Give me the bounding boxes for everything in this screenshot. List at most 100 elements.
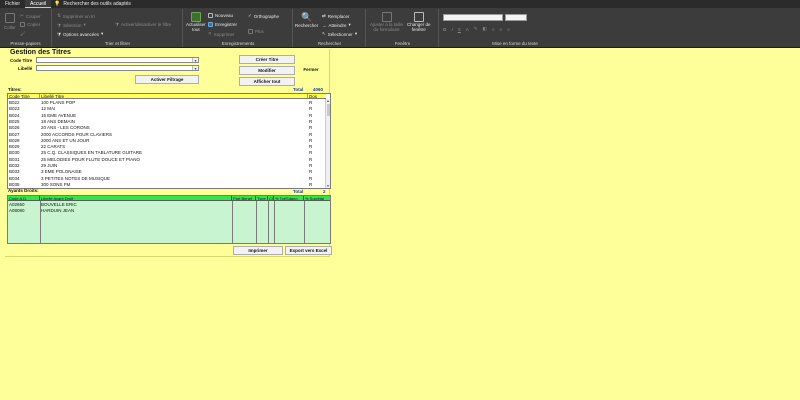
spelling-button[interactable]: ✓ Orthographe (248, 13, 279, 19)
creer-titre-button[interactable]: Créer Titre (239, 55, 295, 64)
titre-libelle-cell: 3 EME POLONAISE (41, 169, 82, 175)
titre-row[interactable]: B030 25 C.Q. CLASSIQUES EN TABLATURE GUIT… (8, 150, 326, 156)
goto-button[interactable]: → Atteindre ▾ (322, 22, 351, 28)
select-button[interactable]: ↖ Sélectionner ▾ (322, 31, 357, 37)
titre-row[interactable]: B026 20 ANS - LES CORONS R (8, 125, 326, 131)
align-center-icon[interactable]: ≡ (500, 27, 503, 32)
advanced-options-button[interactable]: ⧩ Options avancées ▾ (57, 31, 103, 37)
titre-row[interactable]: B032 29 JUIN R (8, 163, 326, 169)
grid-divider (274, 201, 275, 243)
col-libelle-titre[interactable]: Libellé Titre (40, 94, 308, 99)
titres-list[interactable]: Code Titre Libellé Titre Dos B022 100 PLA… (7, 93, 331, 189)
refresh-icon (190, 12, 201, 22)
selection-button[interactable]: ⧩ Sélection ▾ (57, 22, 86, 28)
ayant-libelle-cell: BOUVELLE ERIC (41, 202, 77, 207)
chevron-down-icon[interactable]: ▾ (192, 66, 198, 71)
cut-button[interactable]: ✂ Couper (20, 13, 41, 19)
fit-form-button[interactable]: Ajuster à la taille du formulaire (370, 12, 403, 32)
form-title: Gestion des Titres (10, 49, 71, 56)
titre-code-cell: B027 (9, 131, 20, 137)
titre-row[interactable]: B024 15 EME AVENUE R (8, 113, 326, 119)
titres-scrollbar[interactable]: ▲ ▼ (325, 99, 330, 188)
delete-record-button[interactable]: ✕ Supprimer (208, 31, 235, 37)
lightbulb-icon: 💡 (54, 1, 61, 7)
modifier-button[interactable]: Modifier (239, 66, 295, 75)
ayant-droit-row[interactable]: A08080 HARDUIN JEAN (8, 208, 232, 213)
font-size-dropdown[interactable] (505, 14, 527, 21)
col-pct-tot[interactable]: % Tot/Sdano (274, 196, 304, 200)
titre-row[interactable]: B028 2000 ANS ET UN JOUR R (8, 138, 326, 144)
titre-row[interactable]: B022 100 PLANS POP R (8, 100, 326, 106)
remove-sort-button[interactable]: ⇅ Supprimer un tri (57, 13, 95, 19)
col-pct-societaire[interactable]: % Sociétai (304, 196, 330, 200)
toggle-filter-button[interactable]: ⧩ Activer/désactiver le filtre (115, 22, 171, 27)
titre-row[interactable]: B033 3 EME POLONAISE R (8, 169, 326, 175)
tab-fichier[interactable]: Fichier (0, 0, 25, 8)
titre-row[interactable]: B025 18 ANS DEMAIN R (8, 119, 326, 125)
titre-row[interactable]: B031 25 MELODIES POUR FLUTE DOUCE ET PIAN… (8, 157, 326, 163)
titre-row[interactable]: B027 2000 ACCORDS POUR CLAVIERS R (8, 132, 326, 138)
align-left-icon[interactable]: ≡ (492, 27, 495, 32)
underline-button[interactable]: S (458, 27, 461, 32)
titre-code-cell: B026 (9, 125, 20, 131)
ayants-total-value: 2 (323, 189, 326, 194)
chevron-down-icon[interactable]: ▾ (192, 58, 198, 63)
col-dos[interactable]: Dos (308, 94, 326, 99)
font-color-icon[interactable]: A (466, 27, 469, 32)
col-libelle-ad[interactable]: Libellé Ayant Droit (40, 196, 232, 200)
scroll-thumb[interactable] (326, 104, 330, 116)
titre-row[interactable]: B023 12 MAI R (8, 106, 326, 112)
col-code-titre[interactable]: Code Titre (8, 94, 40, 99)
export-excel-button[interactable]: Export vers Excel (285, 246, 332, 255)
titre-row[interactable]: B029 22 CARATS R (8, 144, 326, 150)
scroll-up-icon[interactable]: ▲ (326, 99, 330, 103)
magnifier-icon: 🔍 (301, 12, 313, 22)
italic-button[interactable]: I (452, 27, 453, 32)
titre-row[interactable]: B035 300 SONS FM R (8, 182, 326, 188)
bold-button[interactable]: G (443, 27, 447, 32)
libelle-combo[interactable]: ▾ (36, 65, 199, 71)
font-name-dropdown[interactable] (443, 14, 503, 21)
copy-button[interactable]: Copier (20, 22, 40, 27)
format-painter-button[interactable]: 🖌 (20, 31, 26, 37)
code-titre-combo[interactable]: ▾ (36, 57, 199, 63)
ayants-grid-header: Code A.D. Libellé Ayant Droit Part Benef… (8, 196, 330, 201)
titre-dos-cell: R (309, 131, 313, 137)
paste-button[interactable]: Coller (4, 13, 16, 30)
group-label-clipboard: Presse-papiers (10, 41, 41, 46)
titre-code-cell: B030 (9, 150, 20, 156)
activer-filtrage-button[interactable]: Activer Filtrage (135, 75, 199, 84)
titre-dos-cell: R (309, 118, 313, 124)
highlight-icon[interactable]: ✎ (474, 26, 478, 32)
ayant-droit-row[interactable]: A02650 BOUVELLE ERIC (8, 202, 232, 207)
replace-button[interactable]: ⇄ Remplacer (322, 13, 350, 19)
scissors-icon: ✂ (20, 13, 24, 18)
titre-dos-cell: R (309, 137, 313, 143)
arrow-right-icon: → (322, 22, 327, 28)
grid-divider (304, 201, 305, 243)
group-label-find: Rechercher (317, 41, 342, 46)
col-code-ad[interactable]: Code A.D. (8, 196, 40, 200)
fermer-button[interactable]: Fermer (296, 64, 326, 75)
switch-window-button[interactable]: Changer de fenêtre (407, 12, 431, 32)
cursor-icon: ↖ (322, 31, 326, 36)
save-record-button[interactable]: Enregistrer (208, 22, 237, 27)
tab-accueil[interactable]: Accueil (25, 0, 52, 8)
titres-list-header: Code Titre Libellé Titre Dos (8, 94, 326, 99)
scroll-down-icon[interactable]: ▼ (326, 184, 330, 188)
ayants-droits-grid[interactable]: Code A.D. Libellé Ayant Droit Part Benef… (7, 195, 331, 244)
find-button[interactable]: 🔍 Rechercher (295, 12, 318, 28)
titre-code-cell: B022 (9, 100, 20, 105)
titre-row[interactable]: B034 3 PETITES NOTES DE MUSIQUE R (8, 176, 326, 182)
col-part-benef[interactable]: Part Benef (232, 196, 256, 200)
titre-dos-cell: R (309, 169, 313, 175)
tell-me-box[interactable]: 💡 Rechercher des outils adaptés (54, 1, 131, 7)
afficher-tout-button[interactable]: Afficher tout (239, 77, 295, 86)
imprimer-button[interactable]: Imprimer (233, 246, 283, 255)
new-record-button[interactable]: Nouveau (208, 13, 233, 18)
refresh-all-button[interactable]: Actualiser tout (186, 12, 206, 32)
more-button[interactable]: Plus (248, 29, 264, 34)
fill-color-icon[interactable]: ◧ (483, 26, 487, 32)
align-right-icon[interactable]: ≡ (507, 27, 510, 32)
col-type[interactable]: Type (256, 196, 268, 200)
